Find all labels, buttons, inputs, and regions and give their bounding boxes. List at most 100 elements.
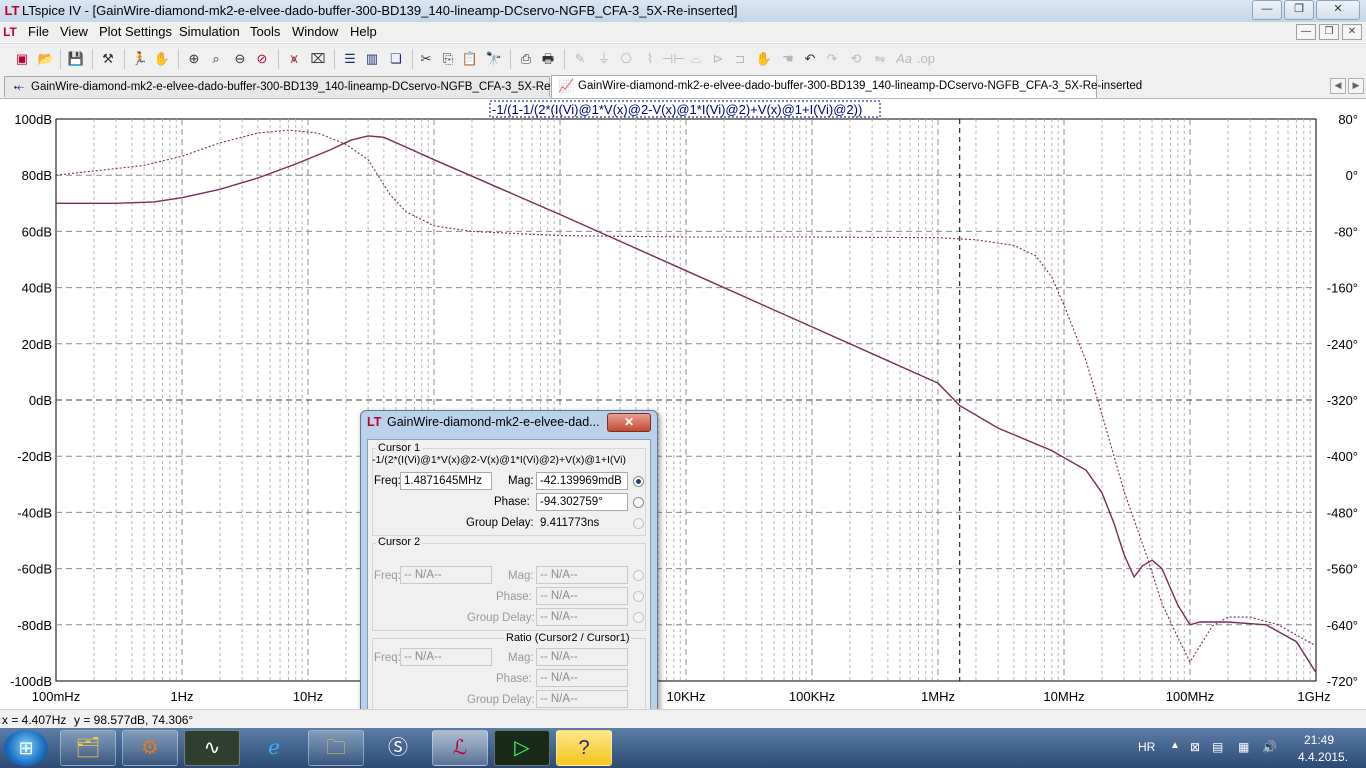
find-icon[interactable]: 🔭 [484,49,504,69]
cursor-dialog[interactable]: LT GainWire-diamond-mk2-e-elvee-dad... ✕ … [360,410,658,719]
tab-scroll-left-icon[interactable]: ◀ [1330,78,1346,94]
left-tick-label: -60dB [17,562,52,577]
print-preview-icon[interactable]: ⎙ [516,49,536,69]
redo-icon[interactable]: ↷ [822,49,842,69]
menu-file[interactable]: File [28,24,49,39]
window-controls: — ❐ ✕ [1252,0,1360,20]
zoom-out-icon[interactable]: ⊖ [230,49,250,69]
capacitor-icon[interactable]: ⊣⊢ [662,49,685,69]
file-explorer-icon[interactable]: 🗂 [60,730,116,766]
tray-expand-icon[interactable]: ▲ [1170,740,1180,751]
undo-icon[interactable]: ↶ [800,49,820,69]
minimize-button[interactable]: — [1252,0,1282,20]
menu-tools[interactable]: Tools [250,24,280,39]
left-tick-label: -80dB [17,618,52,633]
dialog-close-button[interactable]: ✕ [607,413,651,432]
resistor-icon[interactable]: ⌇ [640,49,660,69]
save-icon[interactable]: 💾 [66,49,86,69]
menu-plot-settings[interactable]: Plot Settings [99,24,172,39]
network-icon[interactable]: ▦ [1238,740,1249,754]
clock-date[interactable]: 4.4.2015. [1298,750,1348,764]
menu-simulation[interactable]: Simulation [179,24,240,39]
start-orb-icon[interactable]: ⊞ [4,730,48,766]
mdi-close-button[interactable]: ✕ [1342,24,1362,40]
right-tick-label: -400° [1327,449,1358,464]
zoom-in-icon[interactable]: ⊕ [184,49,204,69]
fit-icon[interactable]: ⌧ [308,49,328,69]
close-button[interactable]: ✕ [1316,0,1360,20]
left-tick-label: 0dB [29,393,52,408]
ltspice-app-icon[interactable]: LT [4,3,20,19]
copy-icon[interactable]: ⎘ [438,49,458,69]
document-icon[interactable]: LT [2,24,18,40]
tab-scroll-right-icon[interactable]: ▶ [1348,78,1364,94]
cut-icon[interactable]: ✂ [416,49,436,69]
tray-app-icon[interactable]: ⊠ [1190,740,1200,754]
installer-icon[interactable]: ⚙ [122,730,178,766]
print-icon[interactable]: 🖶 [538,49,558,69]
mdi-restore-button[interactable]: ❐ [1319,24,1339,40]
mirror-icon[interactable]: ⇋ [870,49,890,69]
open-icon[interactable]: 📂 [36,49,56,69]
right-tick-label: 80° [1338,112,1358,127]
ground-icon[interactable]: ⏚ [594,49,614,69]
waveform-plot[interactable]: 100dB 80dB 60dB 40dB 20dB 0dB -20dB -40dB -60dB -… [0,99,1366,709]
ltspice-icon[interactable]: ℒ [432,730,488,766]
tab-schematic[interactable]: ⤝ GainWire-diamond-mk2-e-elvee-dado-buff… [4,76,595,97]
folder-icon[interactable]: 🗀 [308,730,364,766]
ltspice-waveform-icon[interactable]: ▷ [494,730,550,766]
cursor1-phase-radio[interactable] [633,497,644,508]
ratio-phase-label: Phase: [496,673,532,685]
x-tick-label: 1Hz [170,689,193,704]
cascade-icon[interactable]: ❏ [386,49,406,69]
menu-window[interactable]: Window [292,24,338,39]
control-panel-icon[interactable]: ⚒ [98,49,118,69]
label-icon[interactable]: ⎔ [616,49,636,69]
tile-vertical-icon[interactable]: ▥ [362,49,382,69]
oscilloscope-icon[interactable]: ∿ [184,730,240,766]
ratio-mag-label: Mag: [508,652,534,664]
clock-time[interactable]: 21:49 [1304,733,1334,747]
cursor1-group-delay-field[interactable]: 9.411773ns [536,514,628,532]
cursor1-phase-field[interactable]: -94.302759° [536,493,628,511]
help-icon[interactable]: ? [556,730,612,766]
internet-explorer-icon[interactable]: ℯ [246,730,302,766]
halt-icon[interactable]: ✋ [152,49,172,69]
tray-device-icon[interactable]: ▤ [1212,740,1223,754]
drag-icon[interactable]: ☚ [778,49,798,69]
component-icon[interactable]: ⊐ [730,49,750,69]
left-tick-label: 80dB [22,168,52,183]
maximize-button[interactable]: ❐ [1284,0,1314,20]
x-tick-label: 10MHz [1043,689,1084,704]
language-indicator[interactable]: HR [1138,740,1155,754]
title-bar: LT LTspice IV - [GainWire-diamond-mk2-e-… [0,0,1366,23]
zoom-cancel-icon[interactable]: ⊘ [252,49,272,69]
text-icon[interactable]: Aa [894,49,914,69]
run-icon[interactable]: 🏃 [130,49,150,69]
wire-icon[interactable]: ✎ [570,49,590,69]
cursor1-freq-field[interactable]: 1.4871645MHz [400,472,492,490]
menu-help[interactable]: Help [350,24,377,39]
mdi-minimize-button[interactable]: — [1296,24,1316,40]
toolbar-separator [92,49,93,69]
inductor-icon[interactable]: ⌓ [686,49,706,69]
skype-icon[interactable]: Ⓢ [370,730,426,766]
ratio-freq-label: Freq: [374,652,401,664]
diode-icon[interactable]: ⊳ [708,49,728,69]
autorange-icon[interactable]: ⩙ [284,49,304,69]
new-schematic-icon[interactable]: ▣ [12,49,32,69]
cursor1-mag-field[interactable]: -42.139969mdB [536,472,628,490]
rotate-icon[interactable]: ⟲ [846,49,866,69]
cursor1-mag-radio[interactable] [633,476,644,487]
menu-view[interactable]: View [60,24,88,39]
right-tick-label: -320° [1327,393,1358,408]
zoom-area-icon[interactable]: ⌕ [206,49,226,69]
cursor1-group-delay-radio[interactable] [633,518,644,529]
move-icon[interactable]: ✋ [754,49,774,69]
tile-horizontal-icon[interactable]: ☰ [340,49,360,69]
tab-waveform[interactable]: 📈 GainWire-diamond-mk2-e-elvee-dado-buff… [551,75,1142,98]
plot-canvas[interactable]: 100dB 80dB 60dB 40dB 20dB 0dB -20dB -40dB -60dB -… [0,99,1366,709]
spice-directive-icon[interactable]: .op [916,49,936,69]
paste-icon[interactable]: 📋 [460,49,480,69]
volume-icon[interactable]: 🔊 [1262,740,1277,754]
